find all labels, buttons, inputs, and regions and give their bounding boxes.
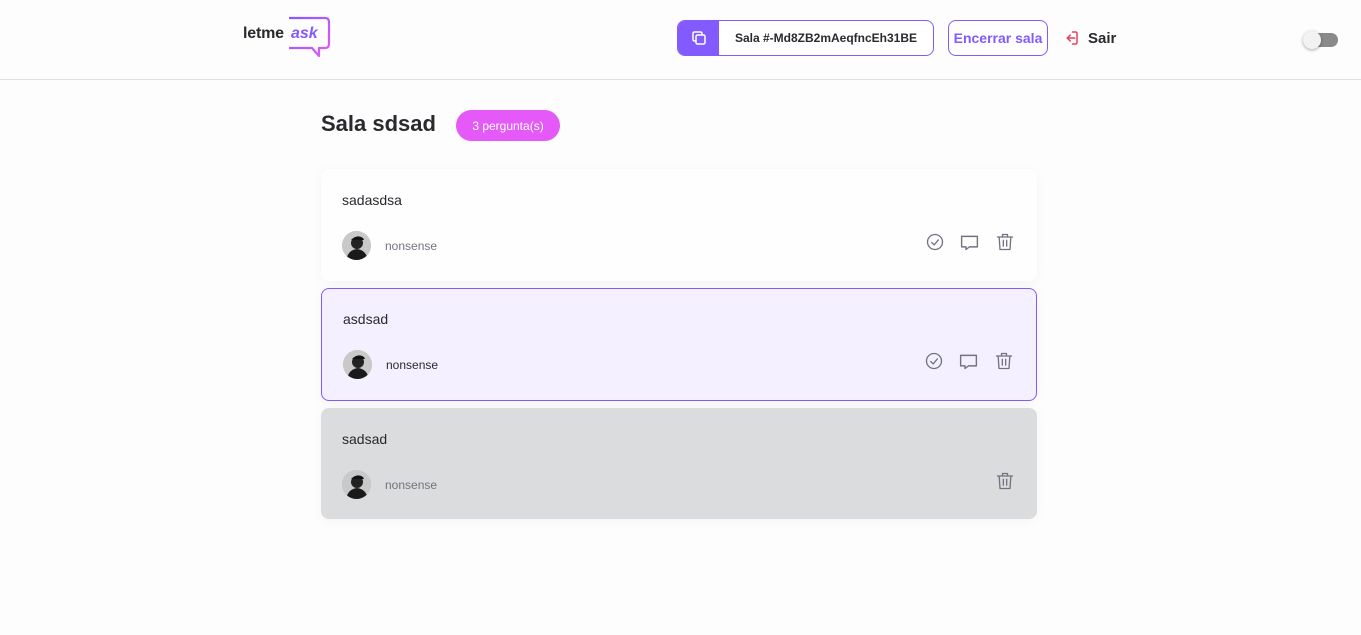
answer-icon[interactable] (958, 350, 979, 372)
avatar (342, 470, 371, 499)
toggle-knob (1303, 31, 1321, 49)
question-author: nonsense (342, 231, 437, 260)
question-actions (994, 470, 1015, 492)
question-content: sadasdsa (342, 192, 402, 208)
answer-icon[interactable] (959, 231, 980, 253)
logo-text-letme: letme (243, 25, 284, 42)
copy-icon (678, 21, 719, 55)
check-icon[interactable] (924, 231, 945, 253)
close-room-button[interactable]: Encerrar sala (948, 20, 1048, 56)
question-author: nonsense (342, 470, 437, 499)
avatar (343, 350, 372, 379)
question-card: sadasdsa nonsense (321, 169, 1037, 281)
theme-toggle[interactable] (1303, 31, 1338, 49)
room-code-text: Sala #-Md8ZB2mAeqfncEh31BE (734, 31, 918, 45)
page-title: Sala sdsad (321, 111, 436, 136)
logo[interactable]: letme ask (243, 16, 333, 60)
question-actions (924, 231, 1015, 253)
question-author: nonsense (343, 350, 438, 379)
delete-icon[interactable] (994, 470, 1015, 492)
question-content: sadsad (342, 431, 388, 447)
delete-icon[interactable] (994, 231, 1015, 253)
question-card-answered: sadsad nonsense (321, 408, 1037, 519)
delete-icon[interactable] (993, 350, 1014, 372)
author-name: nonsense (385, 477, 438, 492)
logout-icon (1066, 31, 1078, 45)
avatar (342, 231, 371, 260)
header: letme ask Sala #-Md8ZB2mAeqfncEh31BE Enc… (0, 0, 1361, 80)
author-name: nonsense (385, 238, 438, 253)
logo-text-ask: ask (291, 25, 318, 42)
logout-button[interactable]: Sair (1062, 27, 1116, 49)
question-content: asdsad (343, 311, 389, 327)
question-count-badge: 3 pergunta(s) (456, 110, 560, 141)
author-name: nonsense (386, 357, 439, 372)
logout-label: Sair (1088, 29, 1117, 47)
question-card-highlighted: asdsad nonsense (321, 288, 1037, 401)
question-actions (923, 350, 1014, 372)
room-code-button[interactable]: Sala #-Md8ZB2mAeqfncEh31BE (677, 20, 934, 56)
check-icon[interactable] (923, 350, 944, 372)
